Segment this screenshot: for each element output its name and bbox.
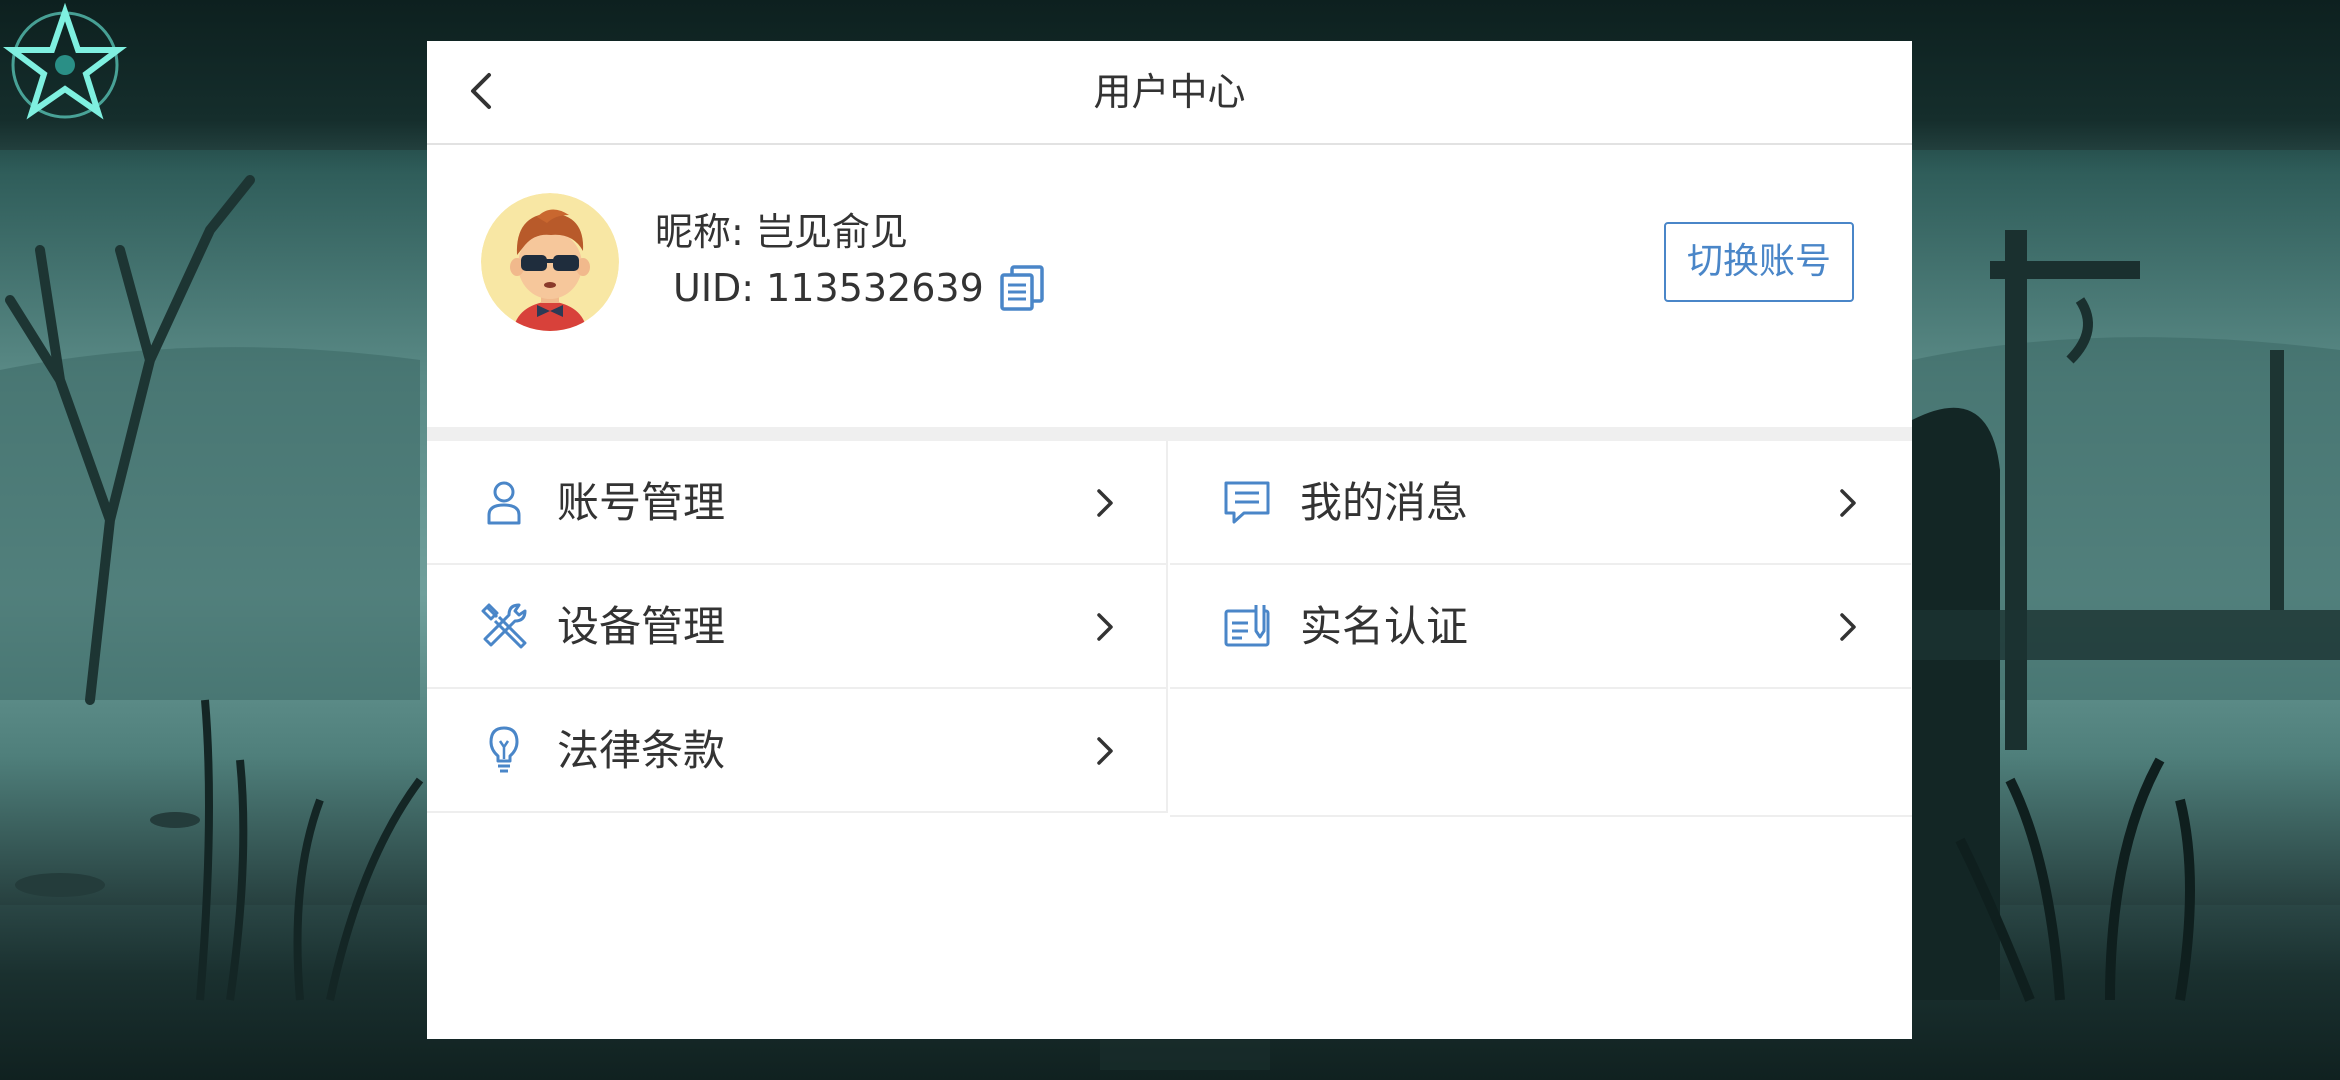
menu-item-device-management[interactable]: 设备管理 (427, 565, 1168, 689)
tools-icon (481, 603, 527, 649)
nickname-text: 昵称: 岂见俞见 (655, 210, 908, 254)
chevron-right-icon (1840, 489, 1856, 517)
menu-item-my-messages[interactable]: 我的消息 (1170, 441, 1911, 565)
menu-item-label: 设备管理 (557, 602, 726, 651)
menu-item-account-management[interactable]: 账号管理 (427, 441, 1168, 565)
menu-item-label: 账号管理 (557, 478, 726, 527)
uid-row: UID: 113532639 (673, 263, 1048, 313)
chevron-right-icon (1097, 737, 1113, 765)
user-center-dialog: 用户中心 昵称: 岂见俞见 UID: 113532639 切换账号 账号管理 我… (427, 41, 1912, 1039)
menu-item-label: 我的消息 (1300, 478, 1469, 527)
menu-item-real-name-verification[interactable]: 实名认证 (1170, 565, 1911, 689)
uid-text: UID: 113532639 (673, 266, 984, 310)
avatar (481, 193, 619, 331)
switch-account-button[interactable]: 切换账号 (1664, 222, 1854, 302)
user-icon (487, 481, 521, 525)
page-title: 用户中心 (1093, 70, 1246, 114)
star-emblem-icon (3, 2, 127, 120)
menu-item-label: 实名认证 (1300, 602, 1469, 651)
copy-icon[interactable] (998, 263, 1048, 313)
back-arrow-icon[interactable] (455, 63, 511, 119)
section-divider (427, 427, 1912, 441)
chevron-right-icon (1097, 489, 1113, 517)
chevron-right-icon (1840, 613, 1856, 641)
id-card-icon (1224, 605, 1270, 647)
profile-section: 昵称: 岂见俞见 UID: 113532639 切换账号 (427, 145, 1912, 427)
menu-item-legal-terms[interactable]: 法律条款 (427, 689, 1168, 813)
menu-grid: 账号管理 我的消息 设备管理 实名认证 法律条款 (427, 441, 1912, 817)
empty-menu-cell (1170, 691, 1912, 817)
lightbulb-icon (489, 726, 519, 773)
message-icon (1224, 481, 1270, 524)
dialog-header: 用户中心 (427, 41, 1912, 145)
chevron-right-icon (1097, 613, 1113, 641)
menu-item-label: 法律条款 (557, 726, 726, 775)
